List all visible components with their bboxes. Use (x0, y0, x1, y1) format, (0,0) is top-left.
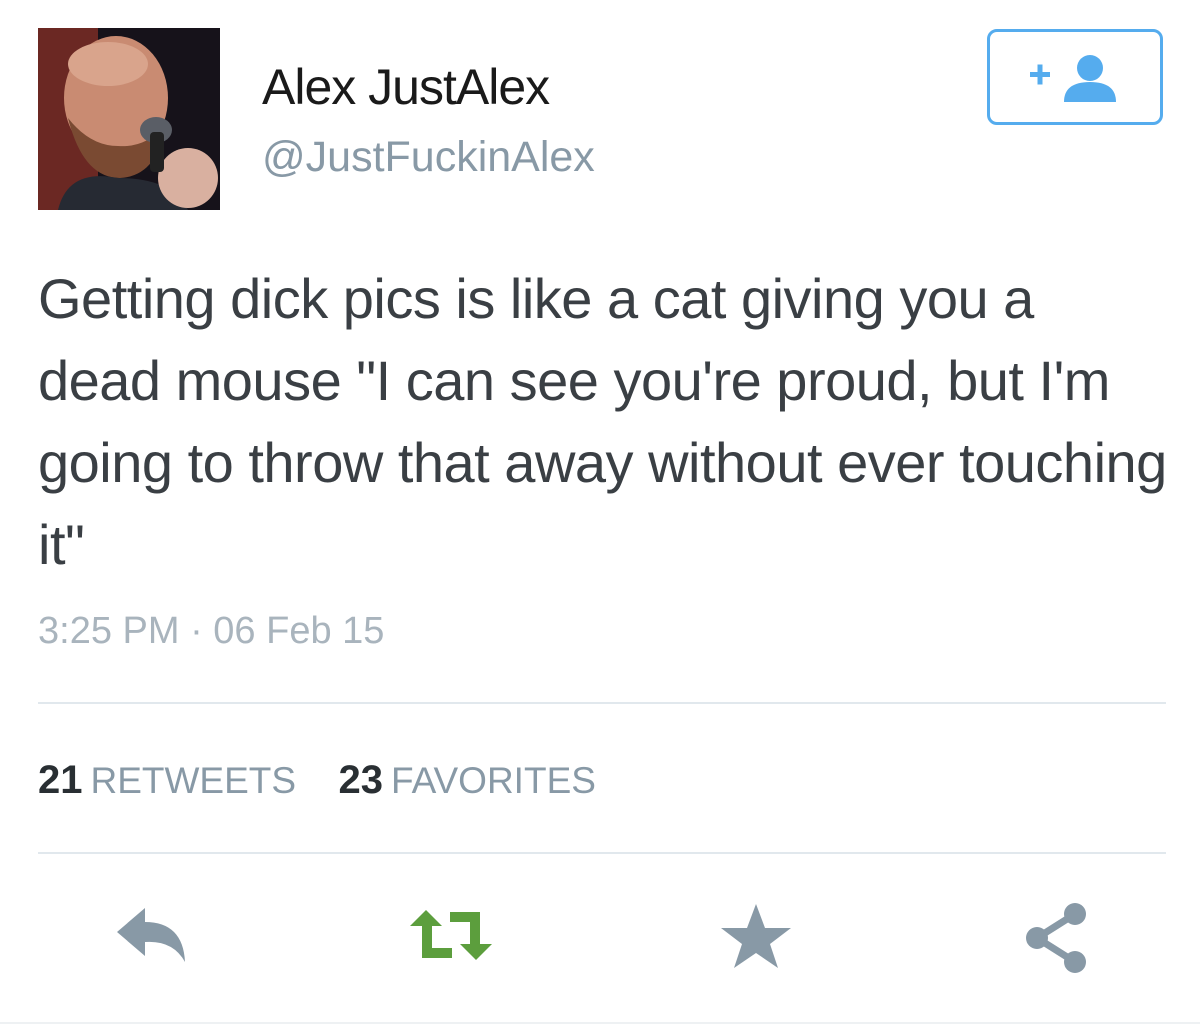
tweet-timestamp[interactable]: 3:25 PM · 06 Feb 15 (38, 610, 384, 653)
reply-button[interactable] (106, 900, 196, 980)
retweet-button[interactable] (406, 900, 496, 980)
favorites-label: FAVORITES (391, 760, 596, 801)
tweet-text: Getting dick pics is like a cat giving y… (38, 267, 1167, 576)
favorites-stat[interactable]: 23 FAVORITES (339, 758, 596, 803)
display-name[interactable]: Alex JustAlex (262, 58, 550, 116)
user-handle[interactable]: @JustFuckinAlex (262, 133, 595, 182)
retweets-label: RETWEETS (90, 760, 297, 801)
avatar[interactable] (38, 28, 220, 210)
tweet-card: Alex JustAlex @JustFuckinAlex Getting di… (0, 0, 1200, 1028)
tweet-stats: 21 RETWEETS 23 FAVORITES (38, 758, 634, 803)
star-icon (721, 904, 791, 968)
divider (38, 702, 1166, 704)
share-icon (1026, 903, 1086, 973)
avatar-photo (38, 28, 220, 210)
add-user-icon (1030, 55, 1116, 102)
favorites-count: 23 (338, 758, 384, 802)
retweets-stat[interactable]: 21 RETWEETS (38, 758, 296, 803)
divider (38, 852, 1166, 854)
favorite-button[interactable] (711, 900, 801, 980)
reply-icon (117, 908, 185, 962)
retweet-icon (410, 910, 492, 960)
share-button[interactable] (1012, 900, 1102, 980)
follow-button[interactable] (987, 29, 1163, 125)
retweets-count: 21 (38, 758, 83, 802)
divider (0, 1022, 1200, 1024)
